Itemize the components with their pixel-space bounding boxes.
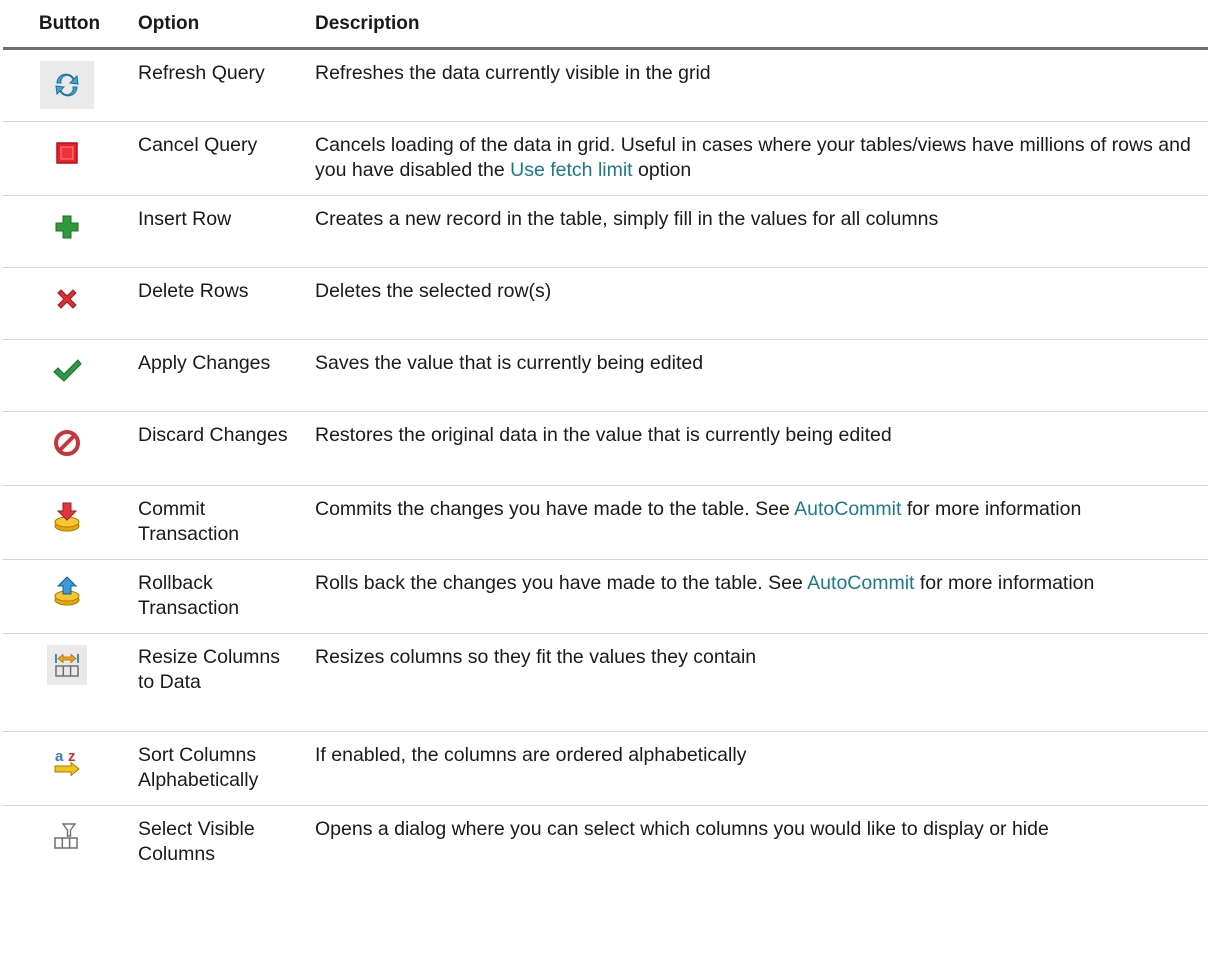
option-description: If enabled, the columns are ordered alph… [307, 731, 1208, 806]
autocommit-link[interactable]: AutoCommit [794, 498, 901, 520]
table-header-row: Button Option Description [3, 0, 1208, 50]
table-row: Discard Changes Restores the original da… [3, 411, 1208, 486]
delete-x-icon [40, 279, 94, 319]
option-label: Discard Changes [130, 411, 307, 486]
prohibited-icon [40, 423, 94, 463]
option-label: Resize Columns to Data [130, 633, 307, 732]
option-description: Deletes the selected row(s) [307, 267, 1208, 340]
options-table: Button Option Description Refresh Query … [3, 0, 1208, 877]
option-label: Refresh Query [130, 48, 307, 122]
refresh-icon [39, 61, 94, 109]
table-row: Resize Columns to Data Resizes columns s… [3, 633, 1208, 732]
table-row: Commit Transaction Commits the changes y… [3, 485, 1208, 560]
option-description: Restores the original data in the value … [307, 411, 1208, 486]
option-label: Apply Changes [130, 339, 307, 412]
header-button: Button [3, 0, 130, 50]
option-label: Rollback Transaction [130, 559, 307, 634]
rollback-up-arrow-icon [40, 571, 94, 611]
option-description: Opens a dialog where you can select whic… [315, 818, 1049, 840]
filter-columns-icon [40, 817, 94, 857]
autocommit-link[interactable]: AutoCommit [807, 572, 914, 594]
option-description: Commits the changes you have made to the… [307, 485, 1208, 560]
table-row: Insert Row Creates a new record in the t… [3, 195, 1208, 268]
option-description: Saves the value that is currently being … [307, 339, 1208, 412]
option-description: Rolls back the changes you have made to … [307, 559, 1208, 634]
svg-text:z: z [68, 748, 76, 765]
option-label: Cancel Query [130, 121, 307, 196]
use-fetch-limit-link[interactable]: Use fetch limit [510, 159, 632, 181]
header-option: Option [130, 0, 307, 50]
plus-icon [40, 207, 94, 247]
option-label: Sort Columns Alphabetically [130, 731, 307, 806]
table-row: Rollback Transaction Rolls back the chan… [3, 559, 1208, 634]
option-description: Refreshes the data currently visible in … [307, 48, 1208, 122]
stop-icon [40, 133, 94, 173]
option-label: Select Visible Columns [138, 818, 255, 865]
option-label: Commit Transaction [130, 485, 307, 560]
table-row: a z Sort Columns Alphabetically If enabl… [3, 731, 1208, 806]
option-label: Delete Rows [130, 267, 307, 340]
option-description: Creates a new record in the table, simpl… [307, 195, 1208, 268]
header-description: Description [307, 0, 1208, 50]
table-row: Cancel Query Cancels loading of the data… [3, 121, 1208, 196]
table-row: Refresh Query Refreshes the data current… [3, 48, 1208, 122]
commit-down-arrow-icon [40, 497, 94, 537]
resize-columns-icon [46, 645, 87, 685]
option-label: Insert Row [130, 195, 307, 268]
sort-az-icon: a z [40, 743, 94, 783]
table-row: Delete Rows Deletes the selected row(s) [3, 267, 1208, 340]
option-description: Cancels loading of the data in grid. Use… [307, 121, 1208, 196]
table-row: Apply Changes Saves the value that is cu… [3, 339, 1208, 412]
option-description: Resizes columns so they fit the values t… [307, 633, 1208, 732]
table-row: Select Visible Columns Opens a dialog wh… [3, 806, 1208, 878]
svg-text:a: a [55, 748, 64, 765]
checkmark-icon [40, 351, 94, 391]
